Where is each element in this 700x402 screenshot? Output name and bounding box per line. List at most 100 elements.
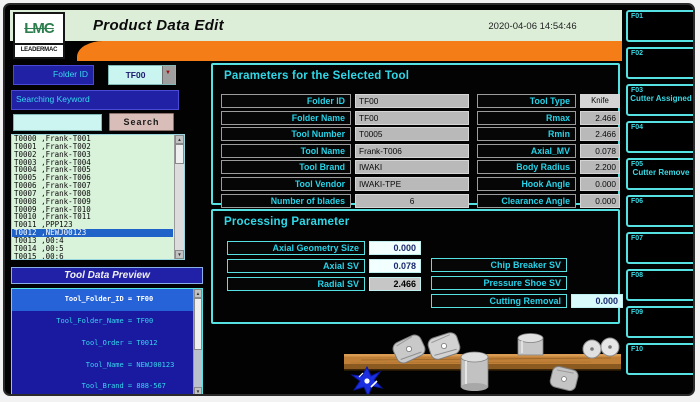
param-label: Tool Vendor bbox=[221, 176, 351, 191]
param-value-field[interactable]: Knife bbox=[580, 94, 620, 108]
param-label: Hook Angle bbox=[477, 176, 576, 191]
preview-row[interactable]: Tool_Folder_ID TF00 bbox=[12, 289, 193, 311]
search-button[interactable]: Search bbox=[109, 113, 174, 131]
param-value-field[interactable]: T0005 bbox=[355, 127, 469, 142]
processing-value-input[interactable]: 2.466 bbox=[369, 277, 421, 291]
page-title: Product Data Edit bbox=[93, 17, 224, 34]
processing-value-input[interactable]: 0.000 bbox=[571, 294, 623, 308]
preview-field-value: 888-567 bbox=[136, 382, 166, 391]
processing-panel: Processing Parameter Axial Geometry Size… bbox=[211, 209, 623, 324]
param-value-field[interactable]: 0.078 bbox=[580, 143, 620, 158]
processing-row: Axial Geometry Size 0.000 bbox=[227, 241, 421, 255]
scroll-up-icon[interactable] bbox=[175, 135, 184, 144]
fkey-id-label: F01 bbox=[631, 13, 644, 20]
logo-abbr: LMC bbox=[24, 20, 55, 37]
scroll-down-icon[interactable] bbox=[175, 250, 184, 259]
param-label: Tool Type bbox=[477, 94, 576, 108]
folder-id-dropdown[interactable]: TF00 bbox=[108, 65, 176, 85]
tool-data-preview-header: Tool Data Preview bbox=[11, 267, 203, 284]
equals-separator bbox=[124, 361, 137, 369]
fkey-id-label: F03 bbox=[631, 87, 644, 94]
parameter-row: Hook Angle 0.000 bbox=[477, 176, 620, 191]
preview-row[interactable]: Tool_Folder_Name TF00 bbox=[12, 311, 193, 333]
fkey-button[interactable]: F01 bbox=[626, 10, 693, 42]
fkey-button[interactable]: F10 bbox=[626, 343, 693, 375]
tool-list-scrollbar[interactable] bbox=[174, 135, 184, 259]
parameter-row: Number of blades 6 bbox=[221, 193, 469, 208]
parameter-row: Tool Number T0005 bbox=[221, 127, 469, 142]
fkey-id-label: F10 bbox=[631, 346, 644, 353]
param-value-field[interactable]: Frank-T006 bbox=[355, 143, 469, 158]
scroll-up-icon[interactable] bbox=[194, 289, 202, 298]
processing-row: Axial SV 0.078 bbox=[227, 259, 421, 273]
param-value-field[interactable]: IWAKI bbox=[355, 160, 469, 175]
param-value-field[interactable]: 2.466 bbox=[580, 110, 620, 125]
fkey-button[interactable]: F08 bbox=[626, 269, 693, 301]
param-value-field[interactable]: TF00 bbox=[355, 110, 469, 125]
blue-star-cutter-icon bbox=[350, 365, 384, 394]
parameters-right-column: Tool Type Knife Rmax 2.466 Rmin 2.466 Ax… bbox=[477, 94, 620, 210]
parameter-row: Tool Name Frank-T006 bbox=[221, 143, 469, 158]
param-label: Body Radius bbox=[477, 160, 576, 175]
param-value-field[interactable]: TF00 bbox=[355, 94, 469, 108]
scroll-down-icon[interactable] bbox=[194, 387, 202, 394]
parameter-row: Folder ID TF00 bbox=[221, 94, 469, 108]
parameter-row: Tool Brand IWAKI bbox=[221, 160, 469, 175]
parameter-row: Tool Vendor IWAKI-TPE bbox=[221, 176, 469, 191]
param-label: Tool Brand bbox=[221, 160, 351, 175]
folder-id-value: TF00 bbox=[125, 70, 146, 80]
fkey-id-label: F06 bbox=[631, 198, 644, 205]
preview-field-name: Tool_Folder_ID bbox=[64, 295, 124, 304]
processing-value-input[interactable]: 0.000 bbox=[369, 241, 421, 255]
param-value-field[interactable]: 0.000 bbox=[580, 176, 620, 191]
dropdown-arrow-icon[interactable] bbox=[162, 66, 175, 84]
equals-separator bbox=[124, 295, 137, 303]
param-label: Rmax bbox=[477, 110, 576, 125]
search-input[interactable] bbox=[13, 114, 102, 131]
fkey-button[interactable]: F07 bbox=[626, 232, 693, 264]
equals-separator bbox=[124, 339, 137, 347]
header-accent-bar bbox=[77, 41, 622, 61]
fkey-button[interactable]: F04 bbox=[626, 121, 693, 153]
processing-value-input[interactable]: 0.078 bbox=[369, 259, 421, 273]
preview-field-name: Tool_Name bbox=[85, 360, 124, 369]
processing-row: Chip Breaker SV bbox=[431, 258, 623, 272]
param-value-field[interactable]: IWAKI-TPE bbox=[355, 176, 469, 191]
equals-separator bbox=[124, 382, 137, 390]
parameter-row: Body Radius 2.200 bbox=[477, 160, 620, 175]
tool-data-preview-list[interactable]: Tool_Folder_IDTF00 Tool_Folder_NameTF00 … bbox=[11, 288, 203, 394]
fkey-button[interactable]: F06 bbox=[626, 195, 693, 227]
datetime-display: 2020-04-06 14:54:46 bbox=[488, 21, 577, 32]
preview-field-name: Tool_Order bbox=[81, 338, 124, 347]
fkey-id-label: F09 bbox=[631, 309, 644, 316]
fkey-button[interactable]: F09 bbox=[626, 306, 693, 338]
fkey-button[interactable]: F02 bbox=[626, 47, 693, 79]
processing-left-column: Axial Geometry Size 0.000 Axial SV 0.078… bbox=[227, 241, 421, 295]
param-value-field[interactable]: 2.466 bbox=[580, 127, 620, 142]
param-value-field[interactable]: 6 bbox=[355, 193, 469, 208]
scrollbar-thumb[interactable] bbox=[175, 144, 184, 164]
param-value-field[interactable]: 0.000 bbox=[580, 193, 620, 208]
preview-row[interactable]: Tool_Name NEWJ00123 bbox=[12, 354, 193, 376]
tool-list-item[interactable]: T0015 ,00:6 bbox=[12, 252, 173, 259]
preview-row[interactable]: Tool_Order T0012 bbox=[12, 333, 193, 355]
fkey-button[interactable]: F05 Cutter Remove bbox=[626, 158, 693, 190]
preview-scrollbar[interactable] bbox=[193, 289, 202, 394]
preview-row[interactable]: Tool_Brand 888-567 bbox=[12, 376, 193, 394]
fkey-function-label: Cutter Assigned bbox=[630, 94, 692, 103]
processing-label: Pressure Shoe SV bbox=[431, 276, 567, 290]
processing-row: Cutting Removal 0.000 bbox=[431, 294, 623, 308]
fkey-button[interactable]: F03 Cutter Assigned bbox=[626, 84, 693, 116]
parameter-row: Axial_MV 0.078 bbox=[477, 143, 620, 158]
param-label: Tool Number bbox=[221, 127, 351, 142]
cylinder-tool-icon bbox=[517, 333, 544, 356]
tool-list[interactable]: T0000 ,Frank-T001 T0001 ,Frank-T002 T000… bbox=[11, 134, 185, 260]
preview-field-value: TF00 bbox=[136, 295, 154, 304]
logo-name: LEADERMAC bbox=[15, 43, 63, 53]
folder-id-label: Folder ID bbox=[13, 65, 94, 85]
fkey-function-label: Cutter Remove bbox=[632, 168, 690, 177]
processing-label: Chip Breaker SV bbox=[431, 258, 567, 272]
param-value-field[interactable]: 2.200 bbox=[580, 160, 620, 175]
processing-row: Radial SV 2.466 bbox=[227, 277, 421, 291]
scrollbar-thumb[interactable] bbox=[194, 298, 202, 350]
